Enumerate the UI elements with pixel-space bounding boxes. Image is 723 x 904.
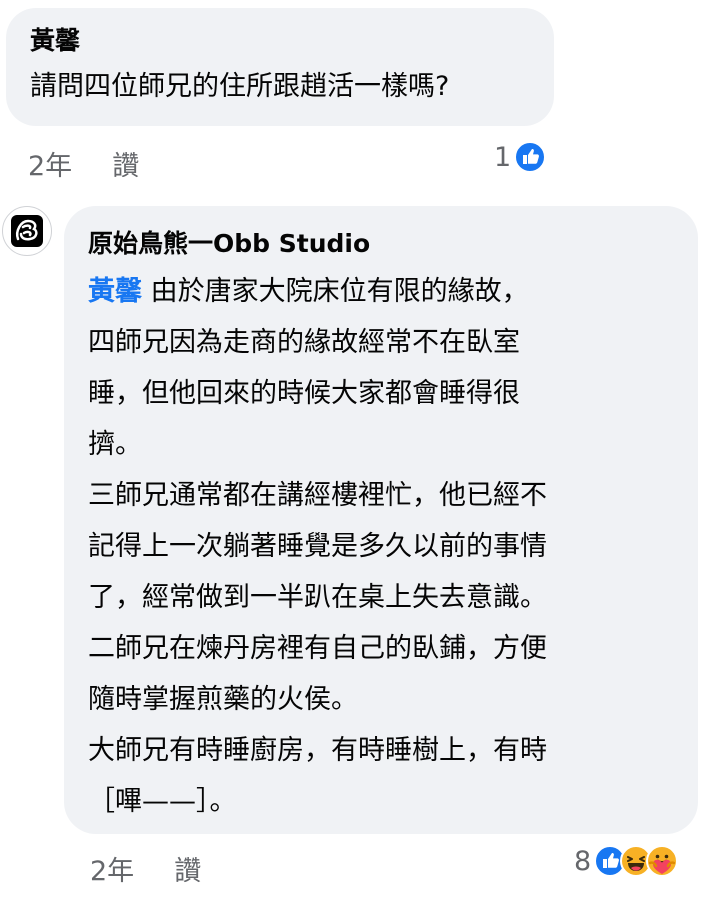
comment-bubble: 黃馨 請問四位師兄的住所跟趙活一樣嗎? — [6, 8, 554, 126]
avatar[interactable] — [2, 206, 52, 256]
comment-text: 請問四位師兄的住所跟趙活一樣嗎? — [30, 71, 450, 102]
mention-link[interactable]: 黃馨 — [88, 276, 142, 307]
reply-line: 記得上一次躺著睡覺是多久以前的事情 — [88, 531, 547, 562]
reply-bubble: 原始鳥熊一Obb Studio 黃馨 由於唐家大院床位有限的緣故， 四師兄因為走… — [64, 206, 698, 834]
reply-reactions[interactable]: 8 — [574, 844, 679, 878]
reply-line: 大師兄有時睡廚房，有時睡樹上，有時 — [88, 735, 547, 766]
reply-line: 睡，但他回來的時候大家都會睡得很 — [88, 378, 520, 409]
reply-line: 二師兄在煉丹房裡有自己的臥鋪，方便 — [88, 633, 547, 664]
comment-reactions[interactable]: 1 — [494, 140, 547, 174]
reply-line: 黃馨 由於唐家大院床位有限的緣故， — [88, 266, 688, 317]
like-icon — [514, 141, 547, 173]
reply-line: ［嗶——］。 — [88, 786, 237, 817]
reply-line: 擠。 — [88, 429, 142, 460]
comment-reaction-count: 1 — [494, 141, 512, 173]
reply-line: 三師兄通常都在講經樓裡忙，他已經不 — [88, 480, 547, 511]
care-icon — [646, 845, 679, 877]
reply-reaction-count: 8 — [574, 845, 592, 877]
reply-meta: 2年 讚 — [90, 849, 201, 888]
comment-author[interactable]: 黃馨 — [30, 24, 532, 58]
reply-like-button[interactable]: 讚 — [174, 849, 201, 888]
studio-logo-icon — [11, 215, 43, 247]
reply-timestamp[interactable]: 2年 — [90, 849, 134, 888]
reply-text: 黃馨 由於唐家大院床位有限的緣故， 四師兄因為走商的緣故經常不在臥室 睡，但他回… — [88, 266, 688, 827]
reply-author[interactable]: 原始鳥熊一Obb Studio — [88, 222, 688, 266]
reply-line: 四師兄因為走商的緣故經常不在臥室 — [88, 327, 520, 358]
comment-timestamp[interactable]: 2年 — [28, 144, 72, 183]
comment-meta: 2年 讚 — [28, 144, 139, 183]
reply-line: 了，經常做到一半趴在桌上失去意識。 — [88, 582, 547, 613]
reply-line-text: 由於唐家大院床位有限的緣故， — [142, 276, 529, 307]
reply-line: 隨時掌握煎藥的火侯。 — [88, 684, 358, 715]
comment-like-button[interactable]: 讚 — [112, 144, 139, 183]
